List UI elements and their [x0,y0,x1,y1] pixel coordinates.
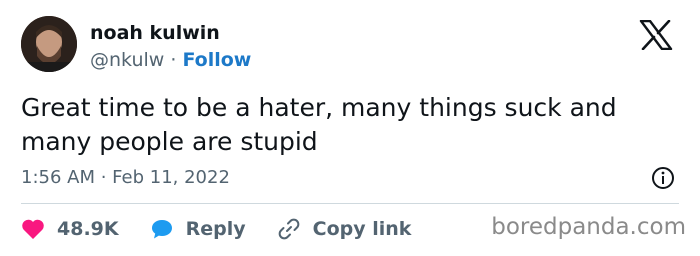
copy-link-label: Copy link [312,218,412,240]
x-logo-icon[interactable] [639,20,673,50]
handle-separator: · [164,49,183,71]
like-count: 48.9K [57,218,119,240]
author-handle-line: @nkulw · Follow [90,49,251,71]
avatar[interactable] [21,16,77,72]
author-name[interactable]: noah kulwin [90,22,220,44]
follow-button[interactable]: Follow [182,49,251,71]
action-bar: 48.9K Reply Copy link [21,214,442,244]
avatar-image [21,16,77,72]
watermark: boredpanda.com [491,214,686,240]
info-icon[interactable] [651,166,675,190]
reply-label: Reply [185,218,246,240]
like-button[interactable]: 48.9K [21,218,119,240]
author-handle[interactable]: @nkulw [90,49,164,71]
tweet-text: Great time to be a hater, many things su… [21,93,617,156]
speech-bubble-icon [151,220,172,239]
tweet-card: noah kulwin @nkulw · Follow Great time t… [0,0,700,256]
reply-button[interactable]: Reply [150,218,246,240]
heart-icon [22,219,44,239]
link-icon [278,218,299,240]
divider [21,203,679,204]
copy-link-button[interactable]: Copy link [277,217,412,241]
tweet-timestamp[interactable]: 1:56 AM · Feb 11, 2022 [21,167,230,188]
